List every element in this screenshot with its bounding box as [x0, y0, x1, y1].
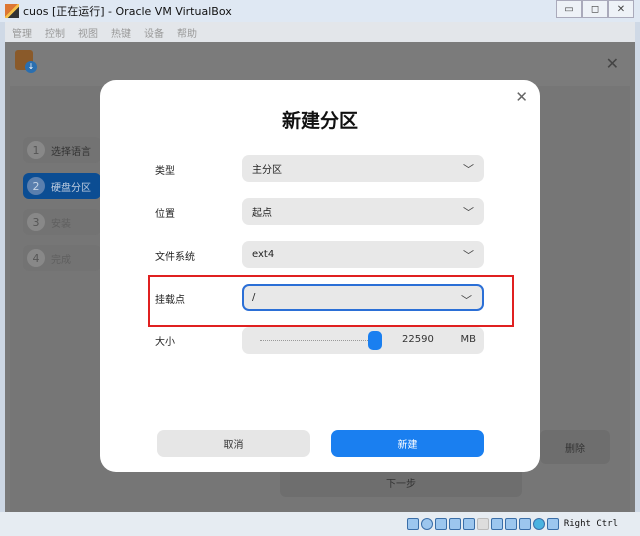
create-button[interactable]: 新建 — [331, 430, 484, 457]
mount-point-value: / — [252, 292, 255, 303]
virtualbox-icon — [5, 4, 19, 18]
new-partition-dialog: 新建分区 ✕ 类型 主分区﹀ 位置 起点﹀ 文件系统 ext4﹀ 挂载点 /﹀ … — [100, 80, 540, 472]
installer-logo-icon: ↓ — [15, 50, 33, 70]
menu-hotkey[interactable]: 热键 — [111, 25, 131, 40]
step-number: 1 — [27, 141, 45, 159]
size-value: 22590 — [402, 334, 434, 345]
menu-help[interactable]: 帮助 — [177, 25, 197, 40]
mount-point-label: 挂载点 — [155, 291, 185, 306]
menu-bar: 管理 控制 视图 热键 设备 帮助 — [5, 22, 635, 42]
type-select[interactable]: 主分区 ﹀ — [242, 155, 484, 182]
mouse-integration-icon[interactable] — [533, 518, 545, 530]
step-number: 4 — [27, 249, 45, 267]
filesystem-value: ext4 — [252, 249, 274, 260]
delete-button[interactable]: 删除 — [540, 430, 610, 464]
step-number: 2 — [27, 177, 45, 195]
chevron-down-icon: ﹀ — [463, 247, 474, 263]
dialog-close-icon[interactable]: ✕ — [515, 88, 528, 106]
minimize-button[interactable]: ▭ — [556, 0, 582, 18]
keyboard-capture-icon[interactable] — [547, 518, 559, 530]
size-slider[interactable]: 22590 MB — [242, 327, 484, 354]
position-select[interactable]: 起点 ﹀ — [242, 198, 484, 225]
close-button[interactable]: ✕ — [608, 0, 634, 18]
mount-point-select[interactable]: /﹀ — [242, 284, 484, 311]
filesystem-label: 文件系统 — [155, 248, 195, 263]
status-bar: Right Ctrl — [0, 512, 640, 536]
window-title: cuos [正在运行] - Oracle VM VirtualBox — [23, 3, 232, 19]
position-label: 位置 — [155, 205, 175, 220]
position-value: 起点 — [252, 204, 272, 219]
step-label: 完成 — [51, 251, 71, 266]
filesystem-select[interactable]: ext4 ﹀ — [242, 241, 484, 268]
menu-manage[interactable]: 管理 — [12, 25, 32, 40]
shared-folders-icon[interactable] — [477, 518, 489, 530]
host-key-label: Right Ctrl — [564, 519, 618, 529]
menu-devices[interactable]: 设备 — [144, 25, 164, 40]
slider-track[interactable] — [260, 340, 370, 341]
chevron-down-icon: ﹀ — [463, 204, 474, 220]
cancel-button[interactable]: 取消 — [157, 430, 310, 457]
audio-icon[interactable] — [435, 518, 447, 530]
dialog-title: 新建分区 — [100, 106, 540, 133]
size-label: 大小 — [155, 333, 175, 348]
title-bar: cuos [正在运行] - Oracle VM VirtualBox ▭ ◻ ✕ — [0, 0, 640, 22]
menu-view[interactable]: 视图 — [78, 25, 98, 40]
video-capture-icon[interactable] — [505, 518, 517, 530]
step-install[interactable]: 3 安装 — [23, 209, 101, 235]
usb-icon[interactable] — [463, 518, 475, 530]
display-icon[interactable] — [491, 518, 503, 530]
virtualization-icon[interactable] — [519, 518, 531, 530]
menu-control[interactable]: 控制 — [45, 25, 65, 40]
size-unit: MB — [461, 334, 477, 345]
step-label: 安装 — [51, 215, 71, 230]
chevron-down-icon: ﹀ — [461, 292, 472, 308]
step-disk-partition[interactable]: 2 硬盘分区 — [23, 173, 101, 199]
optical-drive-icon[interactable] — [421, 518, 433, 530]
step-select-language[interactable]: 1 选择语言 — [23, 137, 101, 163]
installer-close-icon[interactable]: ✕ — [606, 54, 619, 73]
type-value: 主分区 — [252, 161, 282, 176]
step-number: 3 — [27, 213, 45, 231]
maximize-button[interactable]: ◻ — [582, 0, 608, 18]
slider-thumb[interactable] — [368, 331, 382, 350]
step-label: 硬盘分区 — [51, 179, 91, 194]
hard-disk-icon[interactable] — [407, 518, 419, 530]
type-label: 类型 — [155, 162, 175, 177]
step-finish[interactable]: 4 完成 — [23, 245, 101, 271]
network-icon[interactable] — [449, 518, 461, 530]
chevron-down-icon: ﹀ — [463, 161, 474, 177]
step-label: 选择语言 — [51, 143, 91, 158]
